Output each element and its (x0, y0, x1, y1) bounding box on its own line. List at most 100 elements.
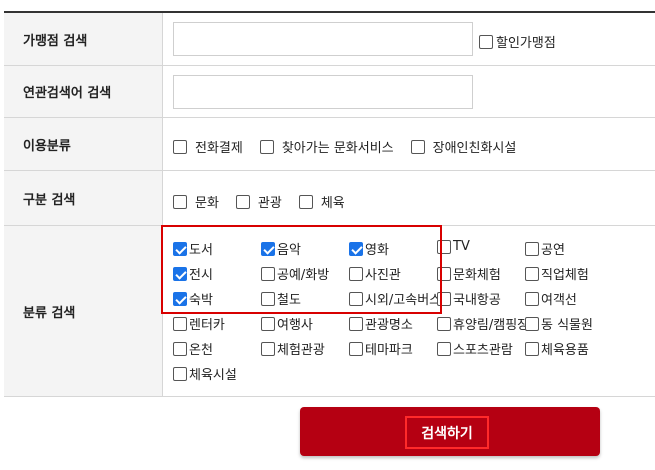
category-22-checkbox[interactable] (261, 341, 275, 356)
category-5-option[interactable]: 공연 (525, 239, 565, 258)
category-14-checkbox[interactable] (437, 291, 451, 306)
category-16-option[interactable]: 렌터카 (173, 314, 225, 333)
category-25-label: 체육용품 (541, 343, 589, 358)
category-15-option[interactable]: 여객선 (525, 289, 577, 308)
category-3-label: 영화 (365, 243, 389, 258)
category-12-option[interactable]: 철도 (261, 289, 301, 308)
category-21-option[interactable]: 온천 (173, 339, 213, 358)
category-14-label: 국내항공 (453, 293, 501, 308)
category-26-checkbox[interactable] (173, 366, 187, 381)
category-9-option[interactable]: 문화체험 (437, 264, 501, 283)
category-2-label: 음악 (277, 243, 301, 258)
division-3-label: 체육 (320, 196, 345, 211)
discount-merchant-option[interactable]: 할인가맹점 (479, 32, 556, 51)
category-16-label: 렌터카 (189, 318, 225, 333)
category-17-label: 여행사 (277, 318, 313, 333)
category-25-checkbox[interactable] (525, 341, 539, 356)
usage-class-3-option[interactable]: 장애인친화시설 (410, 137, 517, 156)
category-13-option[interactable]: 시외/고속버스 (349, 289, 441, 308)
category-6-label: 전시 (189, 268, 213, 283)
category-16-checkbox[interactable] (173, 316, 187, 331)
category-11-option[interactable]: 숙박 (173, 289, 213, 308)
category-2-option[interactable]: 음악 (261, 239, 301, 258)
division-1-option[interactable]: 문화 (173, 192, 219, 211)
category-6-checkbox[interactable] (173, 266, 187, 281)
division-1-checkbox[interactable] (173, 194, 187, 209)
division-2-checkbox[interactable] (235, 194, 250, 209)
category-26-option[interactable]: 체육시설 (173, 364, 237, 383)
category-17-checkbox[interactable] (261, 316, 275, 331)
category-search-row: 분류 검색 도서 음악 영화 TV 공연 전시 공예/화방 사진관 문화체험 직업체험 숙박 철도 시외… (4, 226, 655, 397)
category-8-option[interactable]: 사진관 (349, 264, 401, 283)
category-7-checkbox[interactable] (261, 266, 275, 281)
category-17-option[interactable]: 여행사 (261, 314, 313, 333)
category-4-checkbox[interactable] (437, 239, 451, 254)
category-15-checkbox[interactable] (525, 291, 539, 306)
category-9-checkbox[interactable] (437, 266, 451, 281)
category-3-option[interactable]: 영화 (349, 239, 389, 258)
merchant-search-label: 가맹점 검색 (4, 13, 163, 65)
division-search-row: 구분 검색 문화 관광 체육 (4, 171, 655, 226)
division-3-option[interactable]: 체육 (298, 192, 345, 211)
category-15-label: 여객선 (541, 293, 577, 308)
category-2-checkbox[interactable] (261, 241, 275, 256)
category-1-option[interactable]: 도서 (173, 239, 213, 258)
category-20-checkbox[interactable] (525, 316, 539, 331)
category-10-checkbox[interactable] (525, 266, 539, 281)
related-search-label: 연관검색어 검색 (4, 66, 163, 117)
category-3-checkbox[interactable] (349, 241, 363, 256)
category-13-checkbox[interactable] (349, 291, 363, 306)
usage-class-1-label: 전화결제 (195, 141, 243, 156)
category-18-checkbox[interactable] (349, 316, 363, 331)
usage-class-3-label: 장애인친화시설 (432, 141, 517, 156)
category-4-label: TV (453, 239, 470, 254)
discount-merchant-checkbox[interactable] (479, 34, 493, 49)
usage-class-1-option[interactable]: 전화결제 (173, 137, 243, 156)
category-8-checkbox[interactable] (349, 266, 363, 281)
category-19-option[interactable]: 휴양림/캠핑장 (437, 314, 529, 333)
category-22-option[interactable]: 체험관광 (261, 339, 325, 358)
category-1-checkbox[interactable] (173, 241, 187, 256)
category-9-label: 문화체험 (453, 268, 501, 283)
category-13-label: 시외/고속버스 (365, 293, 442, 308)
usage-class-1-checkbox[interactable] (173, 139, 187, 154)
category-22-label: 체험관광 (277, 343, 325, 358)
category-7-option[interactable]: 공예/화방 (261, 264, 329, 283)
category-18-option[interactable]: 관광명소 (349, 314, 413, 333)
usage-class-2-label: 찾아가는 문화서비스 (281, 141, 394, 156)
category-18-label: 관광명소 (365, 318, 413, 333)
category-21-label: 온천 (189, 343, 213, 358)
category-24-label: 스포츠관람 (453, 343, 513, 358)
category-24-checkbox[interactable] (437, 341, 451, 356)
usage-class-3-checkbox[interactable] (410, 139, 425, 154)
related-search-row: 연관검색어 검색 (4, 66, 655, 118)
discount-merchant-label: 할인가맹점 (496, 36, 556, 51)
category-19-checkbox[interactable] (437, 316, 451, 331)
search-button[interactable]: 검색하기 (300, 407, 600, 456)
merchant-search-input[interactable] (173, 22, 473, 56)
usage-class-2-checkbox[interactable] (259, 139, 274, 154)
related-search-input[interactable] (173, 75, 473, 109)
category-11-checkbox[interactable] (173, 291, 187, 306)
category-5-checkbox[interactable] (525, 241, 539, 256)
division-3-checkbox[interactable] (298, 194, 313, 209)
category-24-option[interactable]: 스포츠관람 (437, 339, 513, 358)
category-10-option[interactable]: 직업체험 (525, 264, 589, 283)
category-21-checkbox[interactable] (173, 341, 187, 356)
category-1-label: 도서 (189, 243, 213, 258)
category-20-option[interactable]: 동 식물원 (525, 314, 593, 333)
division-2-option[interactable]: 관광 (235, 192, 282, 211)
usage-class-row: 이용분류 전화결제 찾아가는 문화서비스 장애인친화시설 (4, 118, 655, 171)
category-23-checkbox[interactable] (349, 341, 363, 356)
search-button-label: 검색하기 (405, 416, 489, 449)
category-6-option[interactable]: 전시 (173, 264, 213, 283)
category-12-checkbox[interactable] (261, 291, 275, 306)
category-7-label: 공예/화방 (277, 268, 330, 283)
category-23-option[interactable]: 테마파크 (349, 339, 413, 358)
category-4-option[interactable]: TV (437, 239, 470, 254)
category-14-option[interactable]: 국내항공 (437, 289, 501, 308)
category-25-option[interactable]: 체육용품 (525, 339, 589, 358)
usage-class-2-option[interactable]: 찾아가는 문화서비스 (259, 137, 394, 156)
division-search-label: 구분 검색 (4, 171, 163, 225)
category-20-label: 동 식물원 (541, 318, 593, 333)
